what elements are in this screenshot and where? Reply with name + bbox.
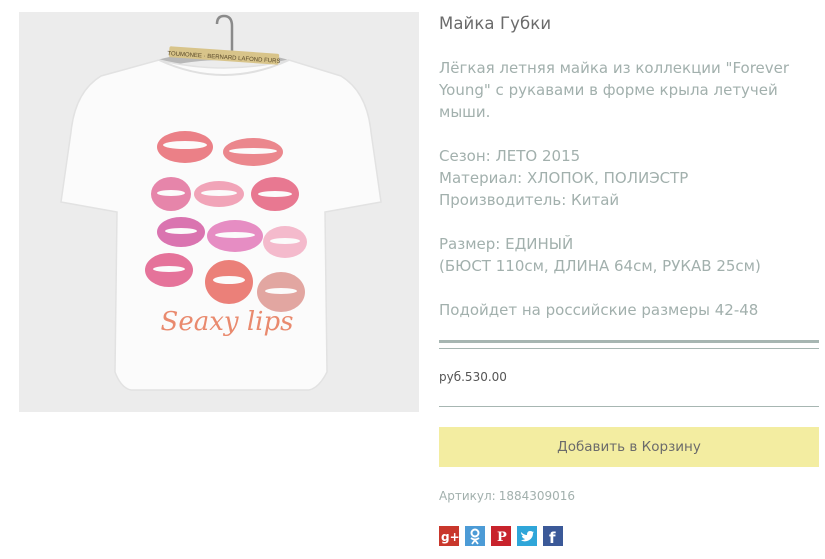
odnoklassniki-icon[interactable] [465, 526, 485, 546]
product-title: Майка Губки [439, 14, 552, 33]
size-spec: Размер: ЕДИНЫЙ [439, 235, 574, 253]
facebook-icon[interactable]: f [543, 526, 563, 546]
fit-note: Подойдет на российские размеры 42-48 [439, 301, 759, 319]
product-price: руб.530.00 [439, 370, 507, 384]
manufacturer-spec: Производитель: Китай [439, 191, 620, 209]
divider-thin [439, 348, 819, 349]
sku-label: Артикул: [439, 489, 496, 503]
pinterest-icon[interactable]: P [491, 526, 511, 546]
svg-text:f: f [549, 529, 556, 546]
divider-thick [439, 340, 819, 343]
product-description: Лёгкая летняя майка из коллекции "Foreve… [439, 59, 790, 121]
divider-price [439, 406, 819, 407]
twitter-icon[interactable] [517, 526, 537, 546]
material-spec: Материал: ХЛОПОК, ПОЛИЭСТР [439, 169, 689, 187]
google-plus-icon[interactable]: g+ [439, 526, 459, 546]
svg-text:g+: g+ [441, 530, 459, 544]
print-text: Seaxy lips [161, 307, 294, 337]
sku: Артикул: 1884309016 [439, 489, 575, 503]
share-buttons: g+ P f [439, 526, 563, 546]
product-image[interactable]: TOUMONEE · BERNARD LAFOND FURS Seaxy lip… [19, 12, 419, 412]
add-to-cart-button[interactable]: Добавить в Корзину [439, 427, 819, 467]
sku-value: 1884309016 [498, 489, 576, 503]
season-spec: Сезон: ЛЕТО 2015 [439, 147, 581, 165]
measurements-spec: (БЮСТ 110см, ДЛИНА 64см, РУКАВ 25см) [439, 257, 761, 275]
svg-text:P: P [497, 530, 507, 545]
